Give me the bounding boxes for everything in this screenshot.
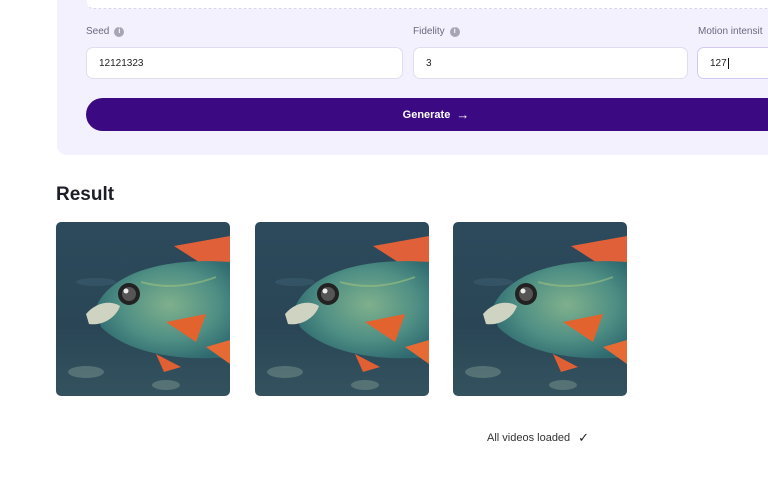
fidelity-label-text: Fidelity xyxy=(413,26,445,37)
text-caret xyxy=(727,57,729,69)
motion-intensity-input[interactable]: 127 xyxy=(697,47,768,79)
status-text: All videos loaded xyxy=(487,432,571,444)
motion-intensity-value: 127 xyxy=(710,57,727,69)
generate-button-label: Generate xyxy=(402,108,451,121)
status-message: All videos loaded ✓ xyxy=(487,430,589,446)
info-icon[interactable]: i xyxy=(449,26,460,37)
generate-button[interactable]: Generate → xyxy=(86,98,768,131)
seed-input[interactable]: 12121323 xyxy=(86,47,403,79)
video-thumbnail[interactable] xyxy=(255,222,429,396)
seed-label-text: Seed xyxy=(86,26,110,37)
motion-intensity-label-text: Motion intensit xyxy=(698,26,763,37)
fish-image xyxy=(453,222,627,396)
fish-image xyxy=(255,222,429,396)
fidelity-input[interactable]: 3 xyxy=(413,47,688,79)
arrow-right-icon: → xyxy=(456,107,470,122)
seed-value: 12121323 xyxy=(99,57,144,69)
fish-image xyxy=(56,222,230,396)
info-icon[interactable]: i xyxy=(114,26,125,37)
video-thumbnail[interactable] xyxy=(56,222,230,396)
result-heading: Result xyxy=(56,184,115,205)
video-thumbnail[interactable] xyxy=(453,222,627,396)
check-icon: ✓ xyxy=(578,430,590,445)
fidelity-label: Fidelity i xyxy=(413,26,460,37)
prompt-area-edge xyxy=(87,0,768,9)
motion-intensity-label: Motion intensit xyxy=(698,26,762,37)
seed-label: Seed i xyxy=(86,26,125,37)
fidelity-value: 3 xyxy=(426,57,432,69)
